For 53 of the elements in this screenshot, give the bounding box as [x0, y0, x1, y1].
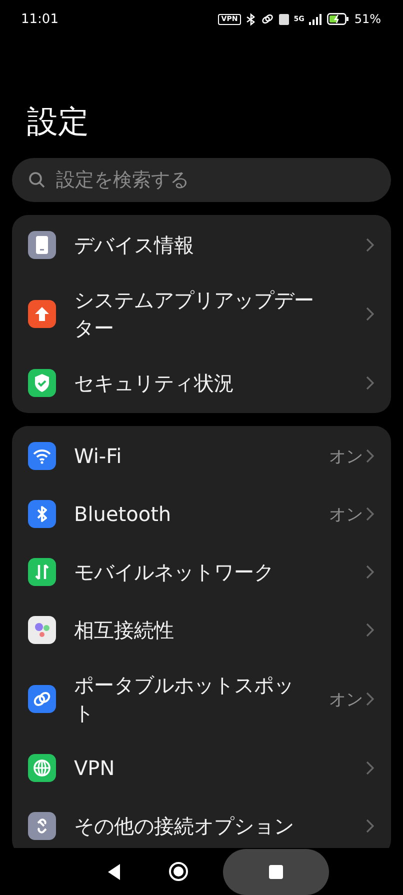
bluetooth-icon: [246, 12, 256, 26]
item-label: モバイルネットワーク: [74, 559, 275, 586]
battery-icon: [327, 13, 350, 25]
phone-icon: [28, 231, 56, 259]
item-value: オン: [329, 446, 363, 468]
settings-item[interactable]: デバイス情報: [12, 216, 391, 274]
item-label: セキュリティ状況: [74, 370, 235, 397]
chevron-icon: [365, 506, 375, 522]
chevron-icon: [365, 622, 375, 638]
item-label: デバイス情報: [74, 232, 195, 259]
dots-icon: [28, 616, 56, 644]
battery-percent: 51%: [354, 12, 381, 26]
search-field[interactable]: 設定を検索する: [54, 168, 375, 192]
globe-icon: [28, 754, 56, 782]
chevron-icon: [365, 691, 375, 707]
chevron-icon: [365, 564, 375, 580]
search-icon: [28, 171, 46, 189]
settings-item[interactable]: ポータブルホットスポット オン: [12, 659, 391, 739]
settings-item[interactable]: VPN: [12, 739, 391, 797]
item-label: その他の接続オプション: [74, 813, 295, 840]
bluetooth-icon: [28, 500, 56, 528]
chevron-icon: [365, 306, 375, 322]
status-time: 11:01: [21, 12, 58, 26]
back-icon: [108, 864, 120, 880]
settings-item[interactable]: システムアプリアップデーター: [12, 274, 391, 354]
chevron-icon: [365, 818, 375, 834]
data-arrows-icon: [28, 558, 56, 586]
chevron-icon: [365, 375, 375, 391]
item-label: ポータブルホットスポット: [74, 672, 295, 727]
search-bar[interactable]: 設定を検索する: [12, 158, 391, 202]
recents-button[interactable]: [222, 848, 329, 894]
signal-icon: [309, 14, 322, 24]
settings-item[interactable]: Wi-Fi オン: [12, 427, 391, 485]
settings-item[interactable]: セキュリティ状況: [12, 354, 391, 412]
wifi-icon: [28, 442, 56, 470]
settings-item[interactable]: モバイルネットワーク: [12, 543, 391, 601]
item-label: システムアプリアップデーター: [74, 287, 315, 342]
chevron-icon: [365, 448, 375, 464]
settings-item[interactable]: Bluetooth オン: [12, 485, 391, 543]
page-title: 設定: [27, 103, 90, 142]
chevron-icon: [365, 237, 375, 253]
home-icon: [168, 862, 188, 881]
settings-item[interactable]: その他の接続オプション: [12, 797, 391, 848]
recents-icon: [268, 864, 283, 878]
chevron-icon: [365, 760, 375, 776]
item-value: オン: [329, 688, 363, 710]
item-label: VPN: [74, 755, 116, 782]
shield-check-icon: [28, 369, 56, 397]
item-value: オン: [329, 504, 363, 526]
settings-item[interactable]: 相互接続性: [12, 601, 391, 659]
item-label: 相互接続性: [74, 617, 175, 644]
item-label: Wi-Fi: [74, 443, 123, 470]
item-label: Bluetooth: [74, 501, 172, 528]
